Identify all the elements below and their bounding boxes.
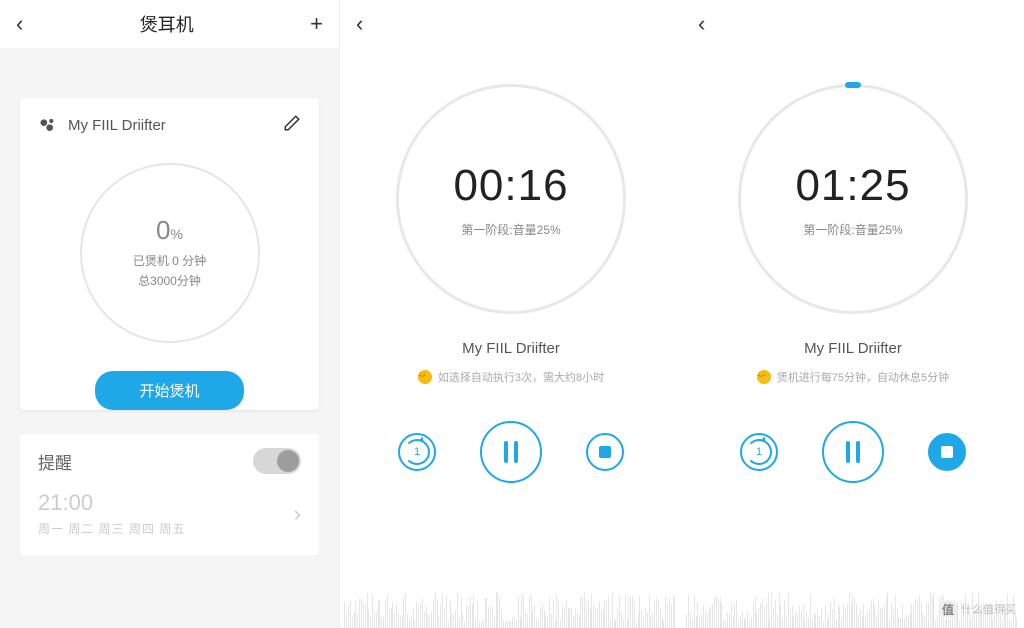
timer-display: 01:25 xyxy=(795,161,910,211)
burned-minutes: 已煲机 0 分钟 xyxy=(133,252,206,271)
pause-button[interactable] xyxy=(480,421,542,483)
back-button[interactable]: ‹ xyxy=(698,11,705,37)
progress-circle: 0% 已煲机 0 分钟 总3000分钟 xyxy=(20,153,319,351)
progress-marker xyxy=(845,82,861,88)
waveform xyxy=(340,580,682,628)
timer-circle: 00:16 第一阶段:音量25% xyxy=(396,84,626,314)
smiley-icon xyxy=(757,370,771,384)
chevron-right-icon: › xyxy=(294,501,301,527)
add-button[interactable]: + xyxy=(310,11,323,37)
back-button[interactable]: ‹ xyxy=(356,11,363,37)
schedule-time: 21:00 xyxy=(38,490,294,516)
device-name: My FIIL Driifter xyxy=(68,117,283,134)
timer-display: 00:16 xyxy=(453,161,568,211)
percent-unit: % xyxy=(171,226,183,242)
stop-button[interactable] xyxy=(928,433,966,471)
stage-label: 第一阶段:音量25% xyxy=(803,221,902,238)
page-title: 煲耳机 xyxy=(23,11,310,37)
watermark: 值 什么值得买 xyxy=(939,600,1016,618)
reminder-label: 提醒 xyxy=(38,449,253,474)
schedule-row[interactable]: 21:00 周一 周二 周三 周四 周五 › xyxy=(20,484,319,555)
reminder-toggle[interactable] xyxy=(253,448,301,474)
stop-button[interactable] xyxy=(586,433,624,471)
device-label: My FIIL Driifter xyxy=(340,340,682,357)
total-minutes: 总3000分钟 xyxy=(138,272,201,291)
schedule-days: 周一 周二 周三 周四 周五 xyxy=(38,520,294,537)
tip-text: 如选择自动执行3次，需大约8小时 xyxy=(438,369,604,385)
edit-icon[interactable] xyxy=(283,114,301,137)
device-icon xyxy=(38,116,58,136)
repeat-once-button[interactable]: 1 xyxy=(398,433,436,471)
smiley-icon xyxy=(418,370,432,384)
repeat-once-button[interactable]: 1 xyxy=(740,433,778,471)
device-label: My FIIL Driifter xyxy=(682,340,1024,357)
pause-button[interactable] xyxy=(822,421,884,483)
tip-text: 煲机进行每75分钟，自动休息5分钟 xyxy=(777,369,949,385)
stage-label: 第一阶段:音量25% xyxy=(461,221,560,238)
start-burn-button[interactable]: 开始煲机 xyxy=(95,371,243,410)
back-button[interactable]: ‹ xyxy=(16,11,23,37)
progress-percent: 0 xyxy=(156,215,170,245)
timer-circle: 01:25 第一阶段:音量25% xyxy=(738,84,968,314)
